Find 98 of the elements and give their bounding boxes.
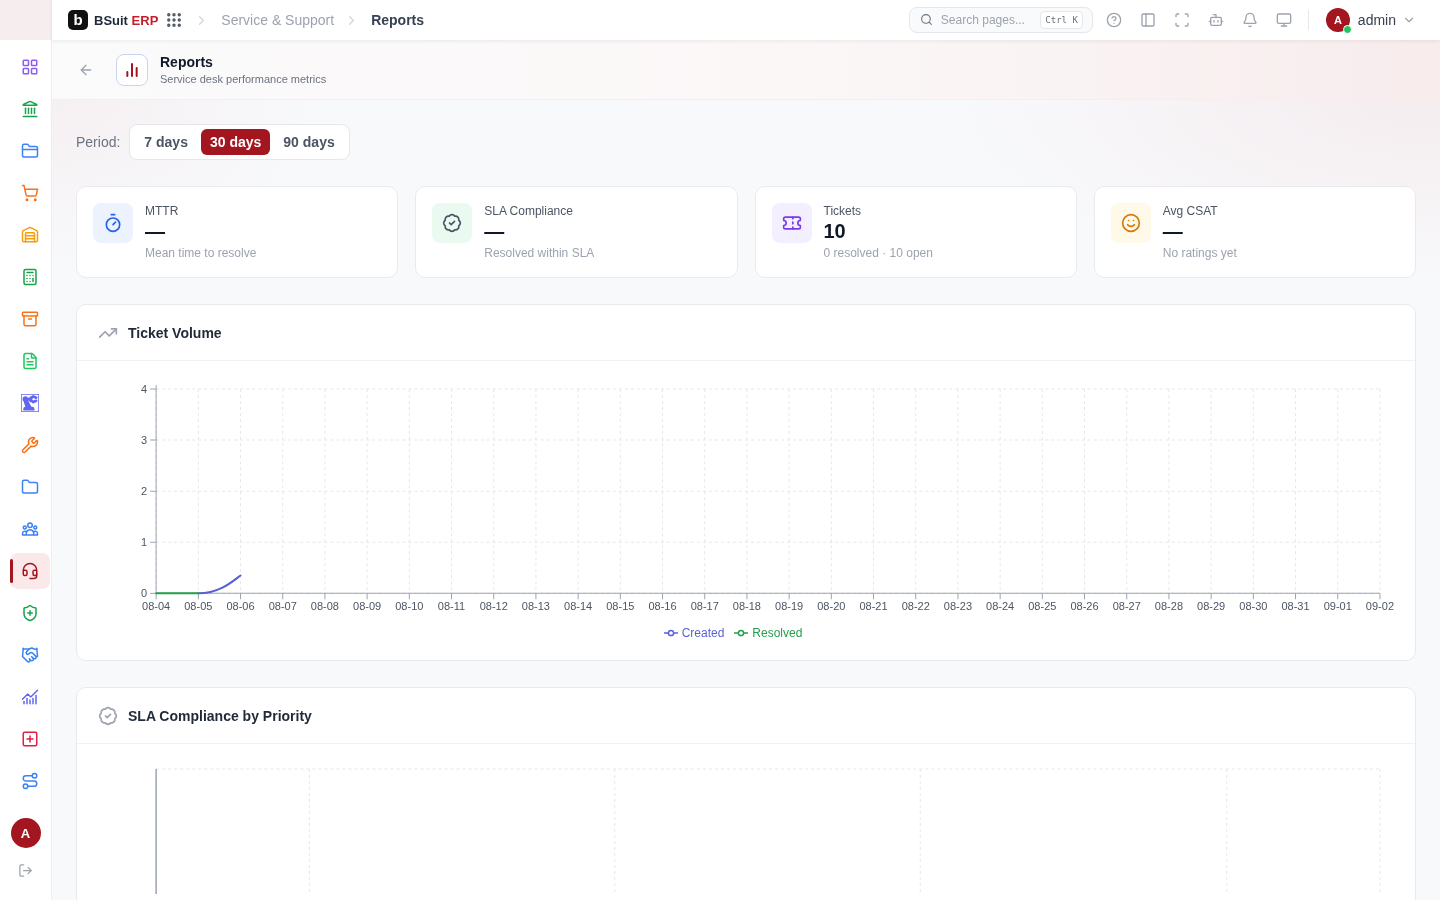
x-tick-label: 08-13 [521, 600, 550, 613]
y-tick-label: 2 [141, 485, 148, 498]
x-tick-label: 08-07 [268, 600, 297, 613]
x-tick-label: 08-19 [775, 600, 804, 613]
x-tick-label: 08-25 [1028, 600, 1057, 613]
chart-icon [21, 688, 39, 706]
x-tick-label: 08-14 [564, 600, 593, 613]
stat-label: MTTR [145, 204, 180, 218]
period-option[interactable]: 7 days [135, 129, 197, 155]
ticket-icon [771, 203, 812, 243]
x-tick-label: 08-27 [1112, 600, 1141, 613]
x-tick-label: 08-15 [606, 600, 635, 613]
search-icon [919, 13, 933, 26]
x-tick-label: 08-26 [1070, 600, 1099, 613]
card-title: Ticket Volume [128, 324, 222, 341]
x-tick-label: 08-17 [690, 600, 719, 613]
stat-value: — [1162, 219, 1184, 244]
x-tick-label: 08-09 [353, 600, 382, 613]
x-tick-label: 08-28 [1154, 600, 1183, 613]
y-tick-label: 4 [141, 383, 148, 396]
x-tick-label: 08-21 [859, 600, 888, 613]
users-icon [21, 520, 39, 538]
robot-icon [1207, 12, 1224, 28]
stopwatch-icon [93, 203, 133, 243]
x-tick-label: 08-16 [648, 600, 677, 613]
x-tick-label: 08-22 [901, 600, 930, 613]
folder-icon [21, 478, 39, 496]
stat-note: Resolved within SLA [484, 246, 595, 260]
x-tick-label: 09-01 [1323, 600, 1352, 613]
folder-icon [21, 142, 39, 160]
y-tick-label: 3 [141, 434, 148, 447]
wrench-icon [21, 436, 39, 454]
stat-label: SLA Compliance [484, 204, 574, 218]
y-tick-label: 1 [141, 536, 148, 549]
robot-arm-icon [21, 394, 39, 412]
headset-icon [21, 562, 39, 580]
route-icon [21, 772, 39, 790]
y-tick-label: 0 [141, 587, 148, 600]
help-icon [1105, 12, 1122, 28]
user-avatar[interactable]: A [10, 818, 41, 848]
monitor-icon [1275, 12, 1292, 28]
brand-name: BSuit ERP [94, 12, 159, 28]
stat-label: Avg CSAT [1162, 204, 1219, 218]
brand-logo: b [68, 10, 88, 30]
x-tick-label: 08-30 [1239, 600, 1268, 613]
x-tick-label: 08-06 [226, 600, 255, 613]
fullscreen-icon [1173, 12, 1190, 28]
sidebar-item[interactable] [10, 553, 50, 589]
x-tick-label: 08-24 [986, 600, 1015, 613]
x-tick-label: 08-10 [395, 600, 424, 613]
badge-check-icon [98, 705, 118, 726]
plus-square-icon [21, 730, 39, 748]
stat-value: 10 [823, 219, 847, 244]
x-tick-label: 08-12 [479, 600, 508, 613]
card-title: SLA Compliance by Priority [128, 707, 312, 724]
period-label: Period: [76, 134, 121, 150]
x-tick-label: 08-11 [437, 600, 466, 613]
page-title: Reports [160, 54, 214, 70]
legend-label: Created [681, 626, 725, 641]
x-tick-label: 08-23 [943, 600, 972, 613]
stat-value: — [145, 219, 166, 244]
archive-icon [21, 310, 39, 328]
cart-icon [21, 184, 39, 202]
x-tick-label: 09-02 [1365, 600, 1394, 613]
user-avatar[interactable]: A [1325, 8, 1350, 32]
apps-grid-icon [165, 11, 184, 29]
breadcrumb-link[interactable]: Reports [371, 12, 425, 28]
warehouse-icon [21, 226, 39, 244]
stat-value: — [484, 219, 506, 244]
x-tick-label: 08-05 [184, 600, 213, 613]
panel-icon [1139, 12, 1156, 28]
period-option[interactable]: 30 days [200, 129, 271, 155]
smiley-icon [1110, 203, 1151, 243]
logout-icon [18, 862, 33, 878]
period-option[interactable]: 90 days [274, 129, 344, 155]
x-tick-label: 08-29 [1197, 600, 1226, 613]
x-tick-label: 08-08 [310, 600, 339, 613]
stat-note: 0 resolved · 10 open [823, 246, 933, 260]
x-tick-label: 08-31 [1281, 600, 1310, 613]
handshake-icon [21, 646, 39, 664]
badge-check-icon [432, 203, 473, 243]
bank-icon [21, 100, 39, 118]
stat-label: Tickets [823, 204, 863, 218]
calculator-icon [21, 268, 39, 286]
legend-label: Resolved [752, 626, 803, 641]
x-tick-label: 08-18 [732, 600, 761, 613]
shield-plus-icon [21, 604, 39, 622]
document-icon [21, 352, 39, 370]
stat-note: Mean time to resolve [145, 246, 257, 260]
page-subtitle: Service desk performance metrics [160, 73, 327, 85]
grid-icon [21, 58, 39, 76]
bell-icon [1241, 12, 1258, 28]
stat-note: No ratings yet [1162, 246, 1237, 260]
user-menu-button[interactable]: admin [1355, 12, 1396, 28]
x-tick-label: 08-04 [142, 600, 171, 613]
bar-chart-icon [116, 53, 148, 86]
shortcut-key: Ctrl K [1040, 11, 1083, 29]
x-tick-label: 08-20 [817, 600, 846, 613]
